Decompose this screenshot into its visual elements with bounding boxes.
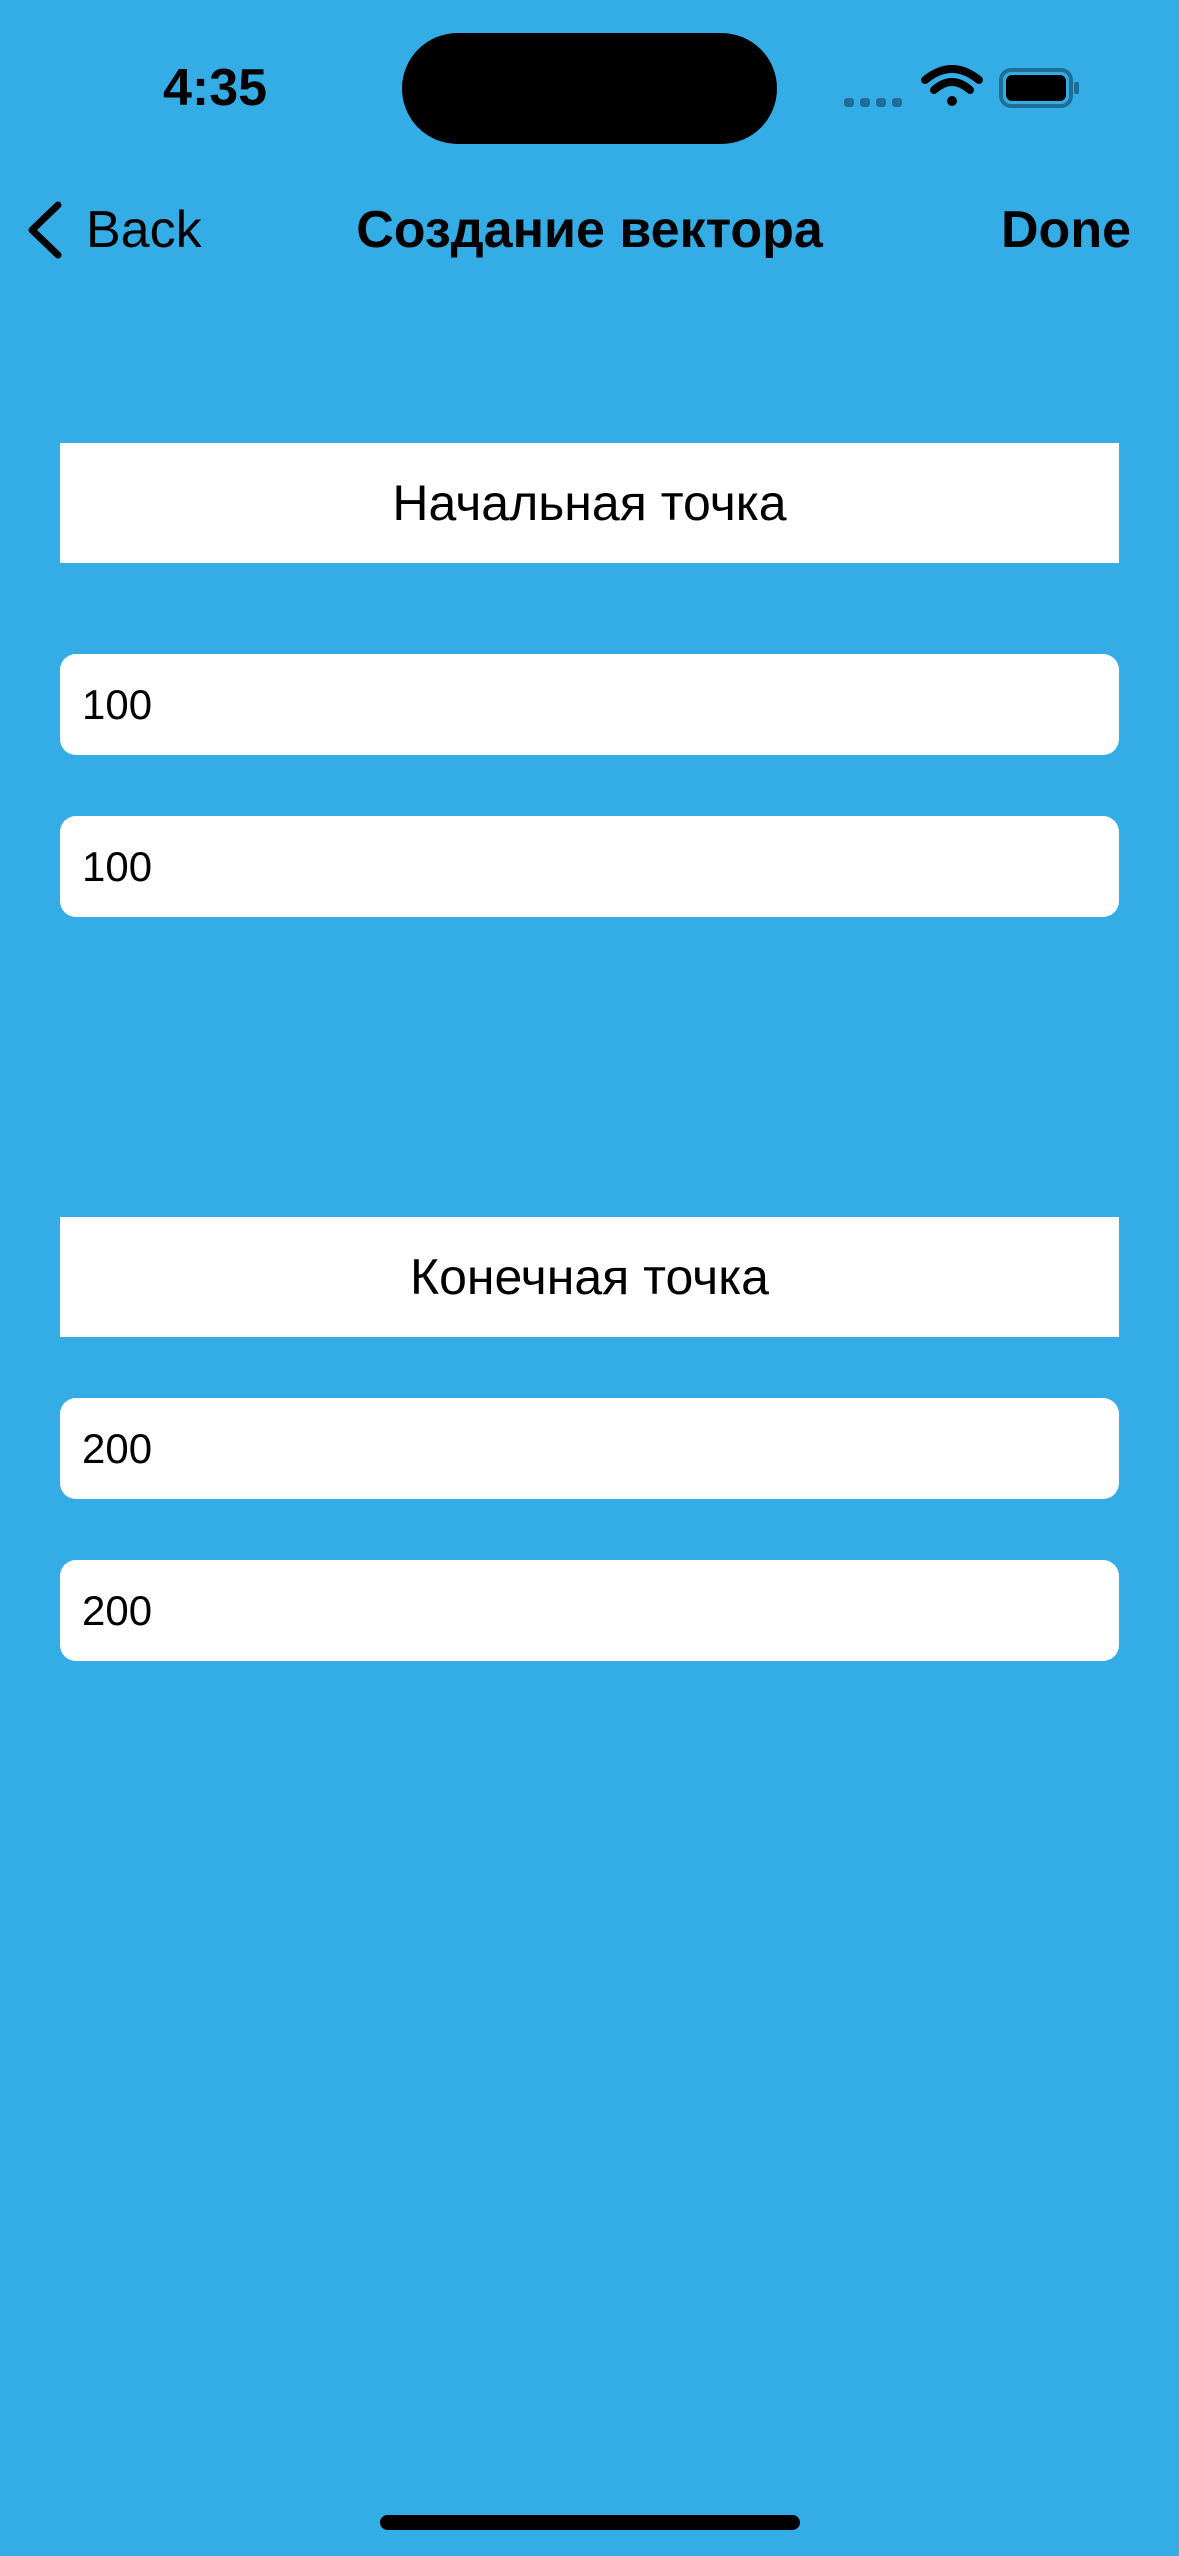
- start-y-field[interactable]: 100: [60, 816, 1119, 917]
- end-point-header: Конечная точка: [60, 1217, 1119, 1337]
- end-x-field[interactable]: 200: [60, 1398, 1119, 1499]
- back-button[interactable]: Back: [22, 195, 202, 265]
- end-y-field[interactable]: 200: [60, 1560, 1119, 1661]
- home-indicator[interactable]: [380, 2515, 800, 2530]
- start-x-field[interactable]: 100: [60, 654, 1119, 755]
- wifi-icon: [921, 65, 983, 106]
- status-icons: [840, 62, 1085, 112]
- battery-icon: [999, 68, 1079, 108]
- back-label: Back: [86, 201, 202, 259]
- status-time: 4:35: [162, 59, 268, 117]
- chevron-left-icon: [22, 200, 66, 260]
- cellular-signal-icon: [844, 98, 902, 107]
- page-title: Создание вектора: [356, 201, 823, 259]
- dynamic-island: [402, 33, 777, 144]
- status-bar: 4:35: [0, 0, 1179, 175]
- done-button[interactable]: Done: [1001, 195, 1131, 265]
- navigation-bar: Back Создание вектора Done: [0, 175, 1179, 285]
- start-point-header: Начальная точка: [60, 443, 1119, 563]
